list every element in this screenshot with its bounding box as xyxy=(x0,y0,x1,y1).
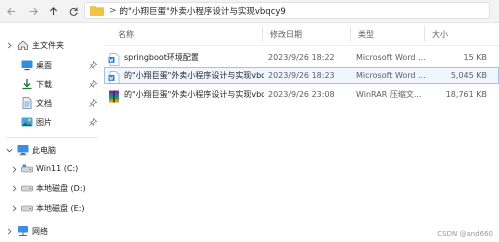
file-row-selected[interactable]: 的"小翔巨蛋"外卖小程序设计与实现vbq... 2023/9/26 18:23 … xyxy=(104,67,499,84)
refresh-button[interactable] xyxy=(64,1,82,21)
pin-icon[interactable] xyxy=(88,98,97,107)
file-type: Microsoft Word ... xyxy=(356,71,426,80)
sidebar-item-label: 网络 xyxy=(32,227,48,236)
computer-icon xyxy=(17,144,29,156)
sidebar-item-documents[interactable]: 文档 xyxy=(0,94,104,112)
chevron-right-icon[interactable] xyxy=(5,41,13,49)
file-size: 15 KB xyxy=(463,53,487,62)
file-list: 名称 修改日期 类型 大小 springboot环境配置 2023/9/26 1… xyxy=(104,23,499,242)
sidebar-item-label: 本地磁盘 (E:) xyxy=(36,204,85,213)
sidebar-item-label: Win11 (C:) xyxy=(36,164,79,173)
winrar-archive-icon xyxy=(108,88,120,103)
address-bar[interactable]: > 的"小翔巨蛋"外卖小程序设计与实现vbqcy9 xyxy=(84,2,490,19)
sidebar-item-drive-e[interactable]: 本地磁盘 (E:) xyxy=(0,199,104,217)
file-modified: 2023/9/26 18:22 xyxy=(268,53,335,62)
chevron-down-icon[interactable] xyxy=(5,146,13,154)
download-icon xyxy=(21,78,33,90)
drive-icon xyxy=(21,163,33,175)
column-divider[interactable] xyxy=(424,26,425,42)
breadcrumb-current-folder[interactable]: 的"小翔巨蛋"外卖小程序设计与实现vbqcy9 xyxy=(120,5,286,17)
sidebar-item-desktop[interactable]: 桌面 xyxy=(0,56,104,74)
file-size: 5,045 KB xyxy=(450,71,487,80)
drive-icon xyxy=(21,202,33,214)
sidebar-item-network[interactable]: 网络 xyxy=(0,222,104,240)
column-header-modified[interactable]: 修改日期 xyxy=(268,23,352,45)
chevron-right-icon[interactable] xyxy=(10,204,18,212)
sidebar-divider xyxy=(6,137,98,138)
arrow-left-icon xyxy=(6,7,15,15)
pin-icon[interactable] xyxy=(88,117,97,126)
column-header-row: 名称 修改日期 类型 大小 xyxy=(104,23,499,46)
watermark-text: CSDN @and660 xyxy=(437,230,493,238)
sidebar-item-label: 文档 xyxy=(36,99,52,108)
sidebar-item-home[interactable]: 主文件夹 xyxy=(0,36,104,54)
file-type: Microsoft Word ... xyxy=(356,53,426,62)
file-type: WinRAR 压缩文... xyxy=(356,90,422,99)
file-row[interactable]: springboot环境配置 2023/9/26 18:22 Microsoft… xyxy=(104,49,499,66)
forward-button[interactable] xyxy=(24,1,42,21)
home-icon xyxy=(17,39,29,51)
file-modified: 2023/9/26 23:08 xyxy=(268,90,335,99)
sidebar-item-downloads[interactable]: 下载 xyxy=(0,75,104,93)
arrow-right-icon xyxy=(29,7,38,15)
up-button[interactable] xyxy=(44,1,62,21)
sidebar-item-drive-d[interactable]: 本地磁盘 (D:) xyxy=(0,179,104,197)
sidebar-item-label: 主文件夹 xyxy=(32,41,64,50)
column-divider[interactable] xyxy=(262,26,263,42)
breadcrumb-separator: > xyxy=(109,5,117,16)
column-header-type[interactable]: 类型 xyxy=(356,23,426,45)
navigation-bar: > 的"小翔巨蛋"外卖小程序设计与实现vbqcy9 xyxy=(0,0,499,23)
column-header-name[interactable]: 名称 xyxy=(116,23,264,45)
chevron-right-icon[interactable] xyxy=(10,184,18,192)
back-button[interactable] xyxy=(2,1,20,21)
sidebar-item-this-pc[interactable]: 此电脑 xyxy=(0,141,104,159)
sidebar-item-pictures[interactable]: 图片 xyxy=(0,113,104,131)
navigation-pane: 主文件夹 桌面 下载 文档 图片 此电脑 Win11 (C:) 本地磁盘 (D:… xyxy=(0,23,104,242)
pictures-icon xyxy=(21,116,33,128)
word-document-icon xyxy=(108,51,120,66)
file-name: 的"小翔巨蛋"外卖小程序设计与实现vbq... xyxy=(124,90,264,99)
word-document-icon xyxy=(108,69,120,84)
drive-icon xyxy=(21,182,33,194)
documents-icon xyxy=(21,97,33,109)
sidebar-item-label: 下载 xyxy=(36,80,52,89)
chevron-right-icon[interactable] xyxy=(10,165,18,173)
file-name: 的"小翔巨蛋"外卖小程序设计与实现vbq... xyxy=(124,71,264,80)
chevron-right-icon[interactable] xyxy=(5,227,13,235)
sidebar-item-label: 本地磁盘 (D:) xyxy=(36,184,86,193)
arrow-up-icon xyxy=(49,6,57,15)
file-size: 18,761 KB xyxy=(445,90,487,99)
sidebar-item-label: 此电脑 xyxy=(32,146,56,155)
file-modified: 2023/9/26 18:23 xyxy=(268,71,335,80)
file-explorer-window: > 的"小翔巨蛋"外卖小程序设计与实现vbqcy9 主文件夹 桌面 下载 文档 … xyxy=(0,0,499,242)
network-icon xyxy=(17,225,29,237)
file-row[interactable]: 的"小翔巨蛋"外卖小程序设计与实现vbq... 2023/9/26 23:08 … xyxy=(104,86,499,103)
refresh-icon xyxy=(69,7,78,16)
sidebar-item-drive-c[interactable]: Win11 (C:) xyxy=(0,160,104,178)
sidebar-item-label: 桌面 xyxy=(36,61,52,70)
pin-icon[interactable] xyxy=(88,60,97,69)
sidebar-item-label: 图片 xyxy=(36,118,52,127)
column-divider[interactable] xyxy=(350,26,351,42)
file-name: springboot环境配置 xyxy=(124,53,199,62)
pin-icon[interactable] xyxy=(88,79,97,88)
column-header-size[interactable]: 大小 xyxy=(430,23,480,45)
desktop-icon xyxy=(21,59,33,71)
folder-icon xyxy=(90,6,104,16)
